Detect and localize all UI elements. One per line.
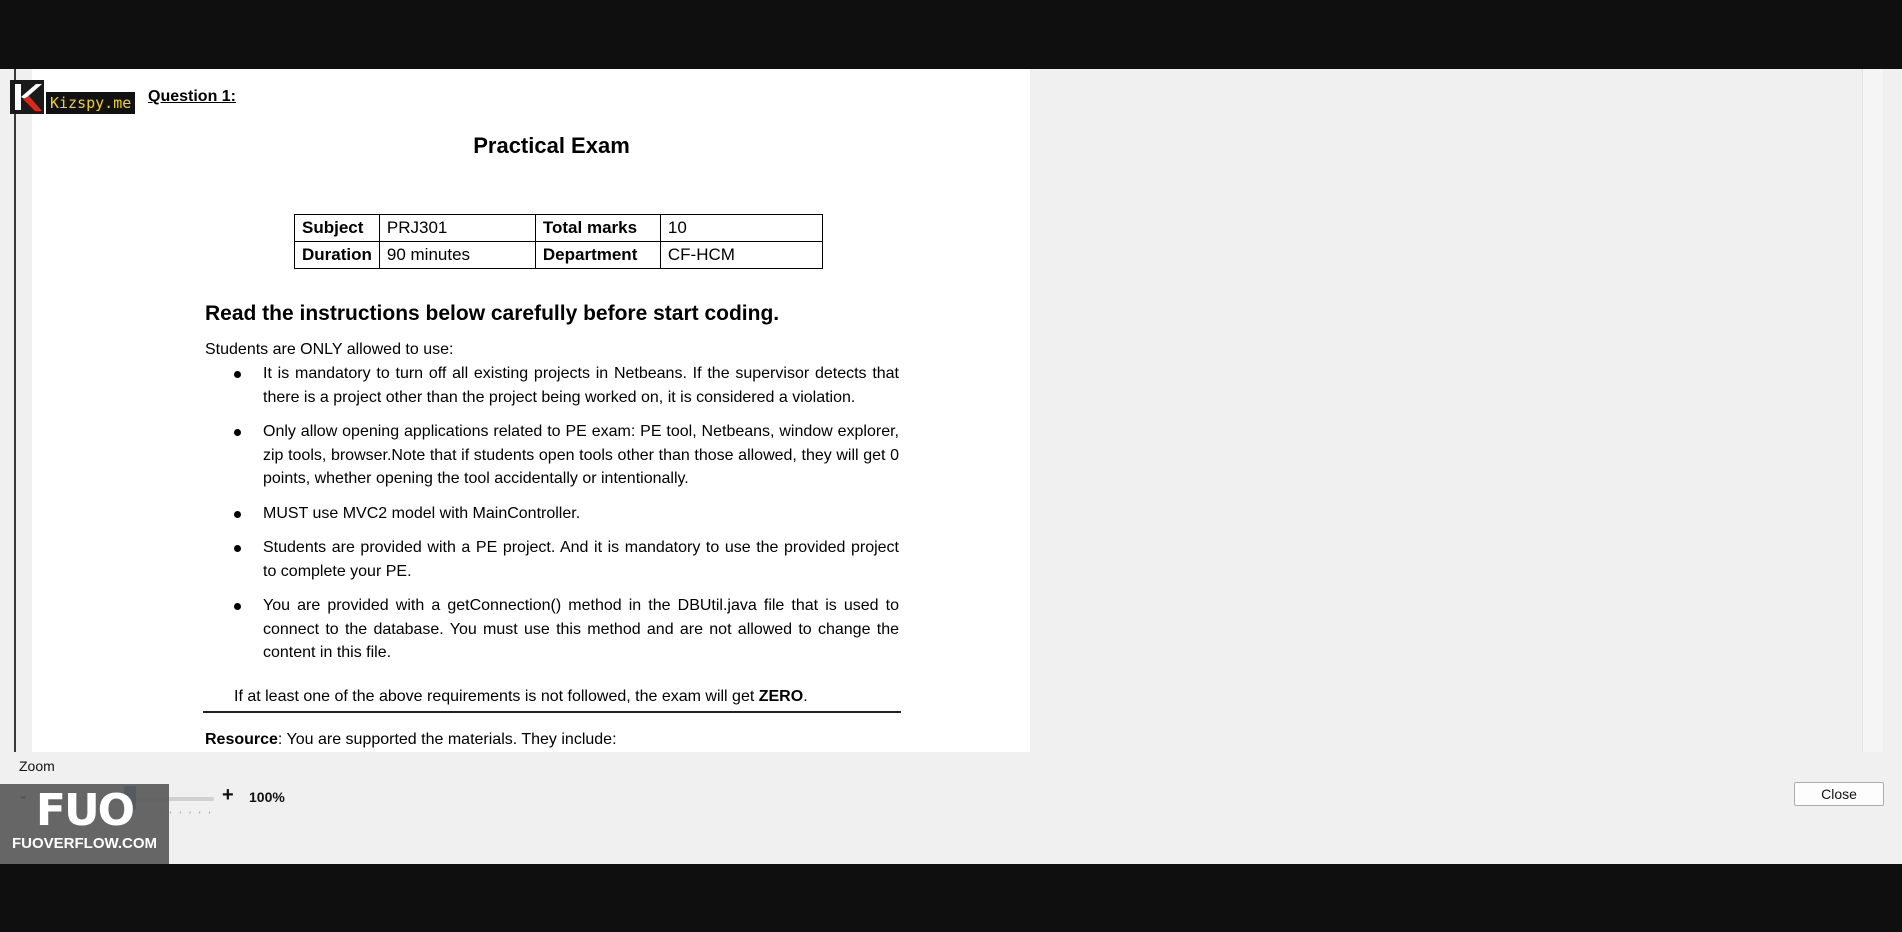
table-cell: CF-HCM [659, 241, 823, 269]
list-item: You are provided with a getConnection() … [205, 594, 899, 665]
table-cell: 90 minutes [378, 241, 536, 269]
rule-text: Only allow opening applications related … [263, 423, 899, 487]
instructions-intro: Students are ONLY allowed to use: [205, 341, 454, 358]
section-divider [203, 711, 901, 713]
list-item: Students are provided with a PE project.… [205, 536, 899, 583]
table-row: Subject PRJ301 Total marks 10 [294, 214, 823, 242]
table-cell: PRJ301 [378, 214, 536, 242]
bullet-icon [234, 371, 241, 378]
resource-line: Resource: You are supported the material… [205, 731, 617, 749]
table-cell: Subject [294, 214, 380, 242]
resource-label: Resource [205, 731, 278, 748]
exam-info-table: Subject PRJ301 Total marks 10 Duration 9… [294, 214, 823, 269]
bullet-icon [234, 510, 241, 518]
zero-warning: If at least one of the above requirement… [234, 688, 808, 706]
zoom-in-button[interactable]: + [222, 784, 234, 807]
warning-suffix: . [803, 688, 808, 705]
instructions-heading: Read the instructions below carefully be… [205, 302, 780, 325]
bullet-icon [234, 429, 241, 436]
k-logo-icon [10, 80, 44, 114]
watermark-text: FUOVERFLOW.COM [12, 835, 157, 852]
table-cell: Total marks [534, 214, 661, 242]
list-item: It is mandatory to turn off all existing… [205, 362, 899, 409]
rules-list: It is mandatory to turn off all existing… [205, 362, 899, 676]
warning-text: If at least one of the above requirement… [234, 688, 759, 705]
list-item: Only allow opening applications related … [205, 420, 899, 491]
vertical-scrollbar[interactable] [1862, 69, 1883, 752]
page-title: Practical Exam [473, 133, 630, 158]
rule-text: You are provided with a getConnection() … [263, 597, 899, 661]
top-letterbox [0, 0, 1902, 69]
bottom-letterbox [0, 864, 1902, 932]
bullet-icon [234, 603, 241, 610]
rule-text: It is mandatory to turn off all existing… [263, 365, 899, 406]
fuoverflow-watermark: FUO FUOVERFLOW.COM [0, 784, 169, 864]
question-label: Question 1: [148, 88, 237, 105]
logo-text: Kizspy.me [46, 92, 136, 114]
kizspy-logo: Kizspy.me [10, 80, 136, 114]
watermark-logo: FUO [35, 785, 135, 836]
resource-text: : You are supported the materials. They … [277, 731, 617, 748]
rule-text: Students are provided with a PE project.… [263, 539, 899, 580]
rule-text: MUST use MVC2 model with MainController. [263, 504, 581, 522]
table-cell: 10 [659, 214, 823, 242]
close-button[interactable]: Close [1794, 782, 1884, 806]
zoom-value: 100% [249, 789, 285, 805]
bullet-icon [234, 545, 241, 552]
table-cell: Department [534, 241, 661, 269]
warning-zero: ZERO [758, 688, 804, 705]
table-cell: Duration [294, 241, 380, 269]
zoom-label: Zoom [19, 758, 55, 774]
list-item: MUST use MVC2 model with MainController. [205, 502, 899, 526]
table-row: Duration 90 minutes Department CF-HCM [294, 241, 823, 269]
